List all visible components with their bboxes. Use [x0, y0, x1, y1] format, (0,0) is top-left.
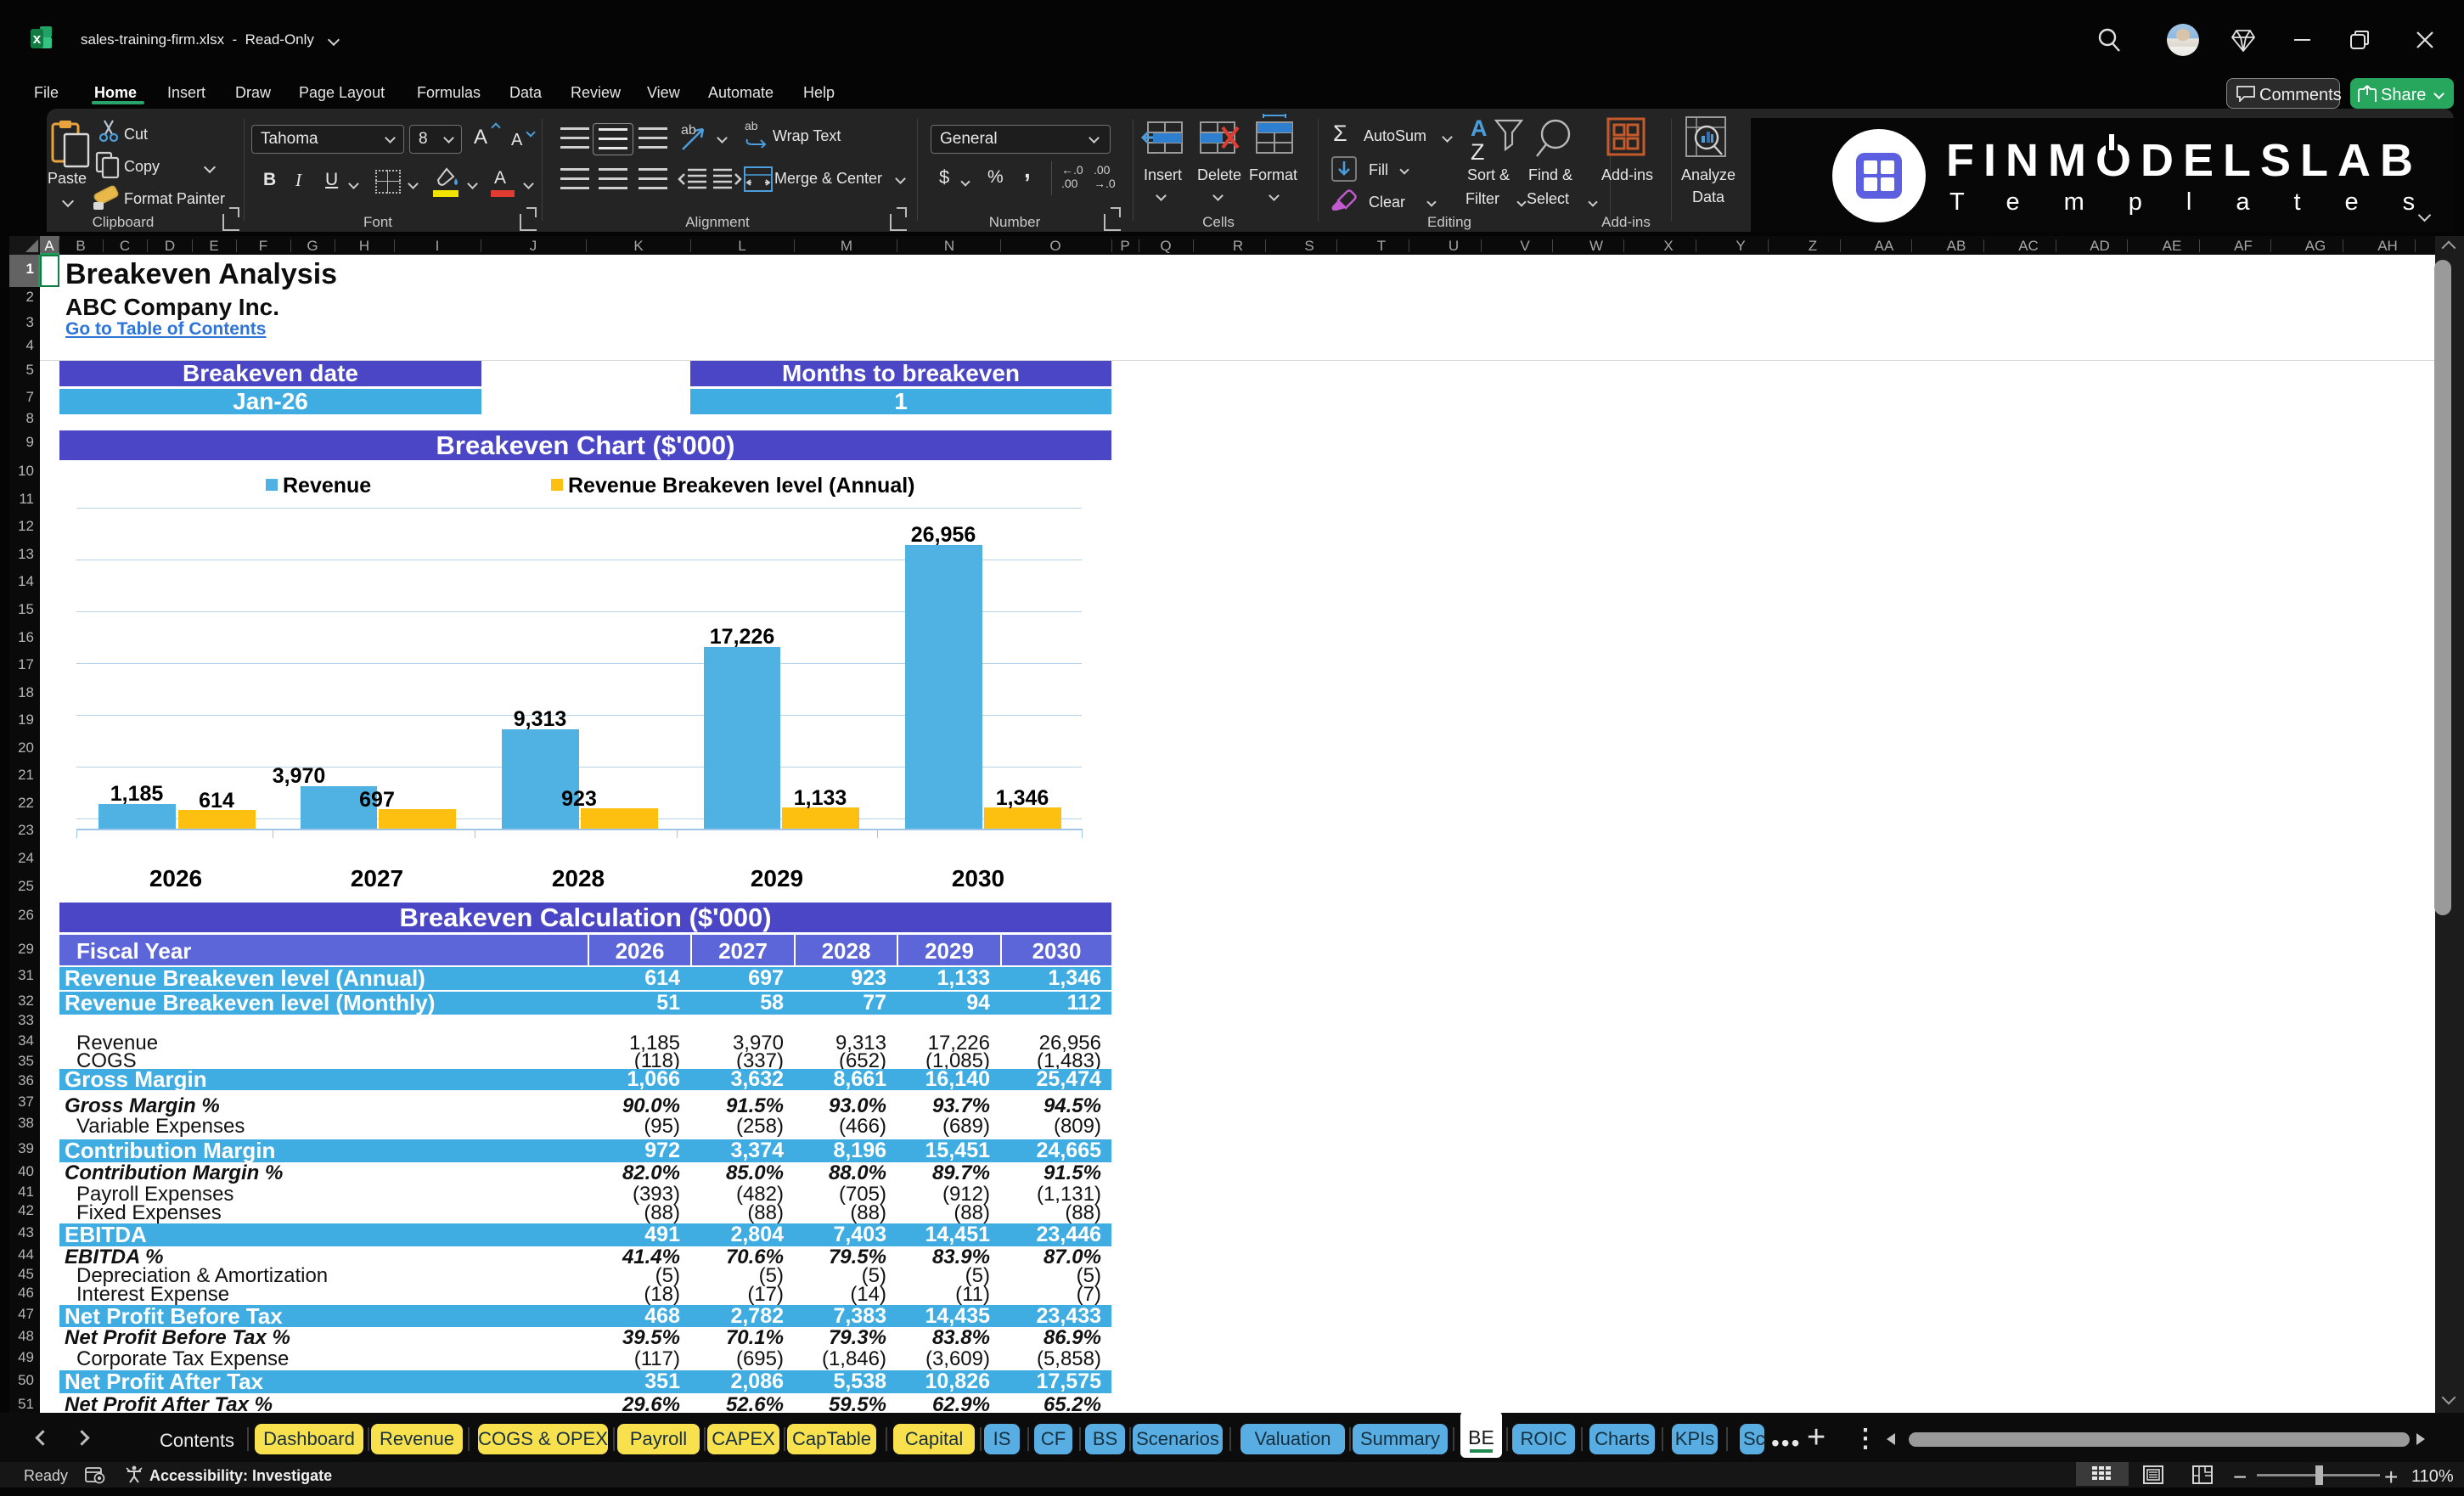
svg-text:ab: ab	[745, 119, 758, 132]
svg-text:ab: ab	[681, 123, 696, 138]
